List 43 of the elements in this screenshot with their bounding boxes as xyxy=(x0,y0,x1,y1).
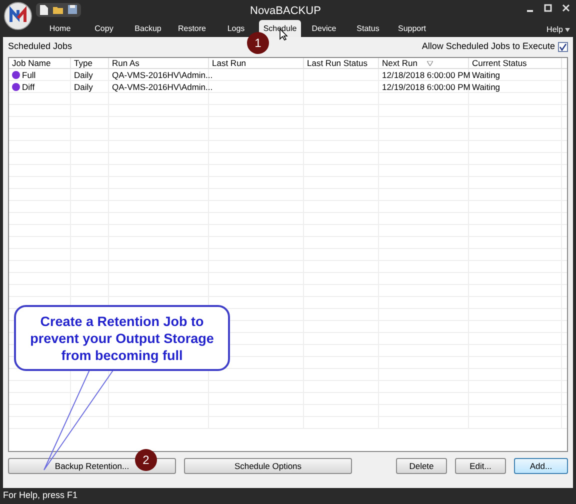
column-header[interactable]: Last Run xyxy=(209,58,304,68)
maximize-icon[interactable] xyxy=(544,4,552,12)
section-title: Scheduled Jobs xyxy=(8,40,72,54)
status-bar-text: For Help, press F1 xyxy=(3,489,78,502)
tab[interactable]: Device xyxy=(303,20,345,37)
action-button[interactable]: Add... xyxy=(514,458,568,474)
column-header[interactable]: Type xyxy=(71,58,109,68)
table-cell: QA-VMS-2016HV\Admin... xyxy=(112,80,213,92)
table-cell: Full xyxy=(22,68,36,80)
table-cell: Daily xyxy=(74,80,93,92)
table-cell: Waiting xyxy=(472,80,500,92)
folder-icon[interactable] xyxy=(52,4,64,16)
checkbox-label: Allow Scheduled Jobs to Execute xyxy=(422,40,555,54)
action-button[interactable]: Edit... xyxy=(455,458,506,474)
sort-icon xyxy=(427,60,434,66)
tab[interactable]: Support xyxy=(391,20,433,37)
table-cell: Daily xyxy=(74,68,93,80)
action-button[interactable]: Delete xyxy=(396,458,447,474)
column-header[interactable]: Next Run xyxy=(379,58,469,68)
action-button[interactable]: Schedule Options xyxy=(184,458,352,474)
caret-icon xyxy=(565,28,570,32)
tab[interactable]: Home xyxy=(39,20,81,37)
new-file-icon[interactable] xyxy=(39,4,49,16)
tab[interactable]: Backup xyxy=(127,20,169,37)
column-header[interactable]: Run As xyxy=(109,58,209,68)
column-header[interactable]: Current Status xyxy=(469,58,562,68)
tab[interactable]: Copy xyxy=(83,20,125,37)
tab[interactable]: Status xyxy=(347,20,389,37)
checkbox[interactable] xyxy=(558,42,568,52)
table-cell: Diff xyxy=(22,80,35,92)
close-icon[interactable] xyxy=(562,4,570,12)
table-cell: 12/18/2018 6:00:00 PM xyxy=(382,68,470,80)
window-title: NovaBACKUP xyxy=(250,4,321,19)
save-icon[interactable] xyxy=(67,4,78,15)
help-menu[interactable]: Help xyxy=(546,24,563,36)
table-cell: QA-VMS-2016HV\Admin... xyxy=(112,68,213,80)
column-header[interactable]: Last Run Status xyxy=(304,58,379,68)
table-cell: 12/19/2018 6:00:00 PM xyxy=(382,80,470,92)
column-header[interactable]: Job Name xyxy=(9,58,71,68)
tab[interactable]: Restore xyxy=(171,20,213,37)
callout: Create a Retention Job to prevent your Output Storage from becoming full xyxy=(14,305,230,371)
table-cell: Waiting xyxy=(472,68,500,80)
app-logo-icon[interactable] xyxy=(4,2,32,30)
